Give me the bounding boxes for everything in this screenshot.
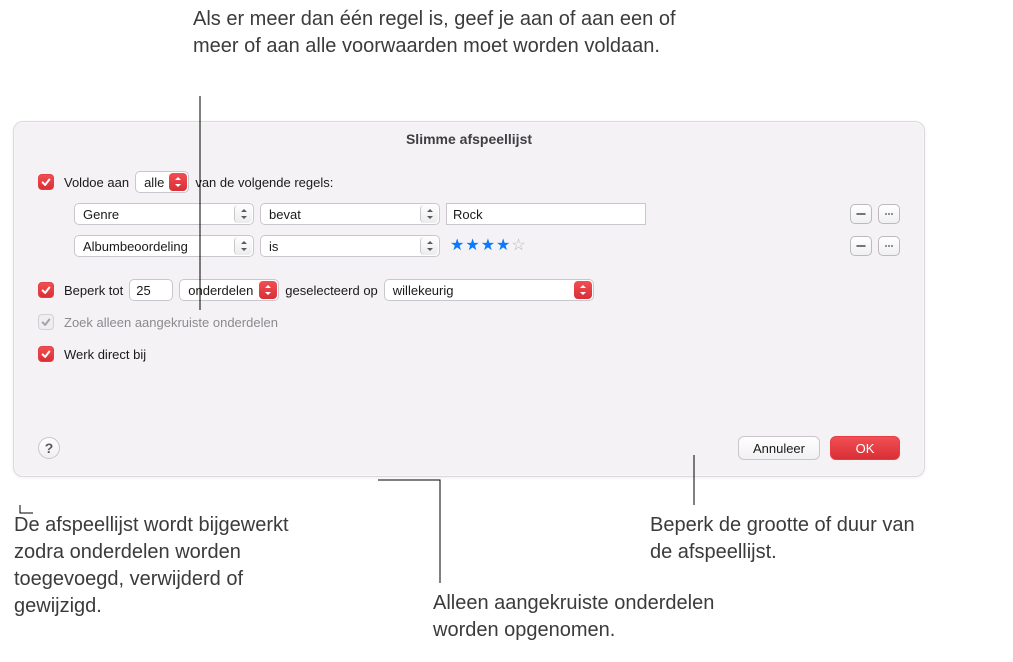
match-mode-popup[interactable]: alle <box>135 171 189 193</box>
cancel-button[interactable]: Annuleer <box>738 436 820 460</box>
match-row: Voldoe aan alle van de volgende regels: <box>38 169 900 195</box>
star-icon: ★ <box>465 238 479 254</box>
remove-rule-button[interactable] <box>850 236 872 256</box>
limit-count-value: 25 <box>136 283 150 298</box>
rule-field-popup[interactable]: Albumbeoordeling <box>74 235 254 257</box>
limit-row: Beperk tot 25 onderdelen geselecteerd op… <box>38 277 900 303</box>
popup-knob-icon <box>169 173 187 191</box>
minus-icon <box>855 208 867 220</box>
check-icon <box>41 285 51 295</box>
rule-op-value: bevat <box>269 207 301 222</box>
rule-value-text: Rock <box>453 207 483 222</box>
only-checked-row: Zoek alleen aangekruiste onderdelen <box>38 309 900 335</box>
only-checked-checkbox[interactable] <box>38 314 54 330</box>
chevrons-updown-icon <box>420 237 438 255</box>
match-suffix: van de volgende regels: <box>195 175 333 190</box>
chevrons-updown-icon <box>574 281 592 299</box>
limit-count-input[interactable]: 25 <box>129 279 173 301</box>
live-updating-row: Werk direct bij <box>38 341 900 367</box>
match-prefix: Voldoe aan <box>64 175 129 190</box>
star-icon: ★ <box>496 238 510 254</box>
callout-match-mode: Als er meer dan één regel is, geef je aa… <box>193 6 713 60</box>
rule-options-button[interactable] <box>878 204 900 224</box>
chevrons-updown-icon <box>420 205 438 223</box>
limit-unit-popup[interactable]: onderdelen <box>179 279 279 301</box>
limit-selected-by-label: geselecteerd op <box>285 283 378 298</box>
remove-rule-button[interactable] <box>850 204 872 224</box>
rule-stars-input[interactable]: ★ ★ ★ ★ ☆ <box>450 238 526 254</box>
chevrons-updown-icon <box>234 205 252 223</box>
limit-prefix: Beperk tot <box>64 283 123 298</box>
dialog-title: Slimme afspeellijst <box>14 122 924 169</box>
ellipsis-icon <box>883 240 895 252</box>
match-mode-value: alle <box>144 175 164 190</box>
rule-field-value: Genre <box>83 207 119 222</box>
chevrons-updown-icon <box>234 237 252 255</box>
star-outline-icon: ☆ <box>511 238 525 254</box>
ellipsis-icon <box>883 208 895 220</box>
rule-options-button[interactable] <box>878 236 900 256</box>
check-icon <box>41 317 51 327</box>
star-icon: ★ <box>481 238 495 254</box>
rule-op-popup[interactable]: is <box>260 235 440 257</box>
limit-selected-by-value: willekeurig <box>393 283 454 298</box>
smart-playlist-dialog: Slimme afspeellijst Voldoe aan alle van … <box>13 121 925 477</box>
live-updating-label: Werk direct bij <box>64 347 146 362</box>
limit-selected-by-popup[interactable]: willekeurig <box>384 279 594 301</box>
help-button[interactable]: ? <box>38 437 60 459</box>
rule-row: Albumbeoordeling is ★ ★ ★ ★ ☆ <box>38 233 900 259</box>
dialog-footer: ? Annuleer OK <box>38 436 900 460</box>
rule-field-value: Albumbeoordeling <box>83 239 188 254</box>
star-icon: ★ <box>450 238 464 254</box>
rule-op-value: is <box>269 239 278 254</box>
minus-icon <box>855 240 867 252</box>
limit-unit-value: onderdelen <box>188 283 253 298</box>
ok-button[interactable]: OK <box>830 436 900 460</box>
check-icon <box>41 177 51 187</box>
rule-field-popup[interactable]: Genre <box>74 203 254 225</box>
only-checked-label: Zoek alleen aangekruiste onderdelen <box>64 315 278 330</box>
callout-limit: Beperk de grootte of duur van de afspeel… <box>650 512 940 566</box>
limit-checkbox[interactable] <box>38 282 54 298</box>
callout-live-updating: De afspeellijst wordt bijgewerkt zodra o… <box>14 512 314 620</box>
rule-value-input[interactable]: Rock <box>446 203 646 225</box>
rule-row: Genre bevat Rock <box>38 201 900 227</box>
check-icon <box>41 349 51 359</box>
match-checkbox[interactable] <box>38 174 54 190</box>
chevrons-updown-icon <box>259 281 277 299</box>
live-updating-checkbox[interactable] <box>38 346 54 362</box>
callout-only-checked: Alleen aangekruiste onderdelen worden op… <box>433 590 763 644</box>
rule-op-popup[interactable]: bevat <box>260 203 440 225</box>
